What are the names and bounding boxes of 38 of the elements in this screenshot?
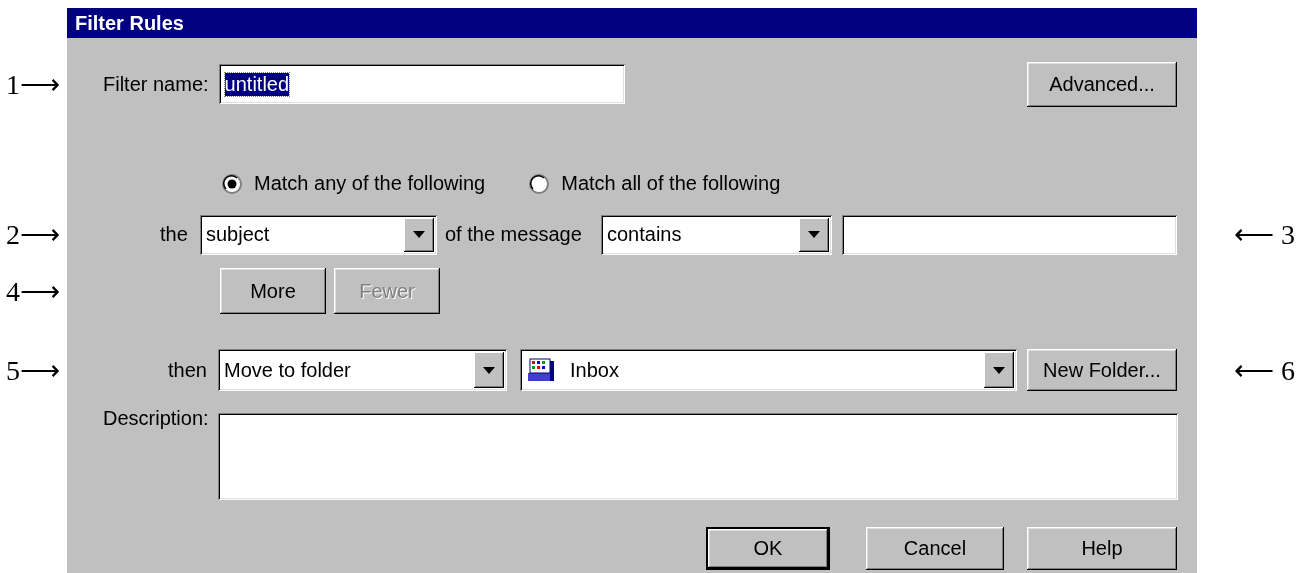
field-dropdown[interactable]: subject bbox=[200, 214, 437, 255]
ok-button[interactable]: OK bbox=[706, 527, 830, 570]
annotation-label: 1⟶ bbox=[6, 67, 60, 101]
advanced-button[interactable]: Advanced... bbox=[1027, 61, 1177, 107]
caret-icon bbox=[993, 366, 1005, 374]
annotation-label: 5⟶ bbox=[6, 353, 60, 387]
radio-option[interactable]: Match all of the following bbox=[529, 172, 781, 195]
annotation-label: 2⟶ bbox=[6, 218, 60, 251]
annotation-label: 4⟶ bbox=[6, 274, 60, 308]
caret-icon bbox=[483, 366, 495, 374]
caret-icon bbox=[808, 231, 820, 238]
annotation-label: ⟵ 3 bbox=[1234, 218, 1295, 251]
annotation-label: ⟵ 6 bbox=[1234, 353, 1295, 387]
filter-name-field[interactable]: untitled bbox=[218, 64, 625, 104]
folder-dropdown[interactable]: Inbox bbox=[520, 349, 1017, 391]
more-button[interactable]: More bbox=[220, 268, 326, 314]
tray-icon bbox=[526, 357, 556, 383]
then-label: then bbox=[168, 358, 208, 382]
radio-option[interactable]: Match any of the following bbox=[222, 172, 486, 195]
drop-button[interactable] bbox=[799, 217, 829, 252]
the-label: the bbox=[160, 223, 189, 246]
drop-button[interactable] bbox=[404, 217, 434, 252]
caret-icon bbox=[413, 231, 425, 238]
value-field[interactable] bbox=[842, 214, 1177, 255]
help-button[interactable]: Help bbox=[1027, 527, 1177, 570]
radio-icon[interactable] bbox=[529, 173, 550, 194]
new-folder-button[interactable]: New Folder... bbox=[1027, 349, 1177, 391]
drop-button[interactable] bbox=[984, 352, 1014, 388]
description-field[interactable] bbox=[218, 413, 1178, 500]
operator-dropdown[interactable]: contains bbox=[601, 214, 832, 255]
drop-button[interactable] bbox=[474, 352, 504, 388]
action-dropdown[interactable]: Move to folder bbox=[218, 349, 507, 391]
filter-name-label: Filter name: bbox=[103, 72, 209, 96]
cancel-button[interactable]: Cancel bbox=[866, 527, 1004, 570]
radio-icon[interactable] bbox=[222, 173, 242, 194]
description-label: Description: bbox=[103, 407, 210, 430]
message-label: of the message bbox=[445, 223, 582, 246]
window-title: Filter Rules bbox=[75, 11, 184, 35]
